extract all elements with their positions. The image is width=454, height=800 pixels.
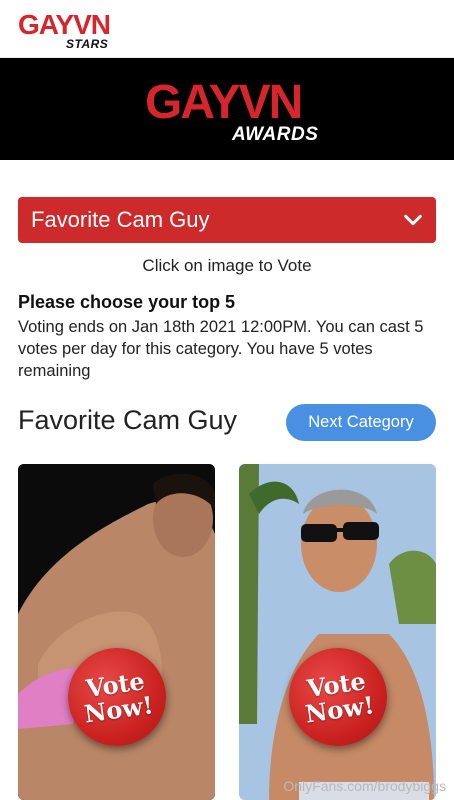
logo-wordmark: GAYVN	[18, 9, 111, 40]
choose-top-5-heading: Please choose your top 5	[18, 292, 236, 312]
banner-logo-wordmark: GAYVN	[145, 76, 303, 129]
gayvn-stars-logo[interactable]: GAYVN STARS	[18, 9, 111, 52]
banner-logo-subtitle: AWARDS	[232, 124, 319, 145]
category-dropdown-value: Favorite Cam Guy	[31, 207, 210, 232]
nominee-card[interactable]: Vote Now!	[18, 464, 215, 800]
nominee-photo[interactable]	[239, 464, 436, 800]
nominee-card[interactable]: Vote Now!	[239, 464, 436, 800]
chevron-down-icon	[404, 214, 422, 226]
category-dropdown[interactable]: Favorite Cam Guy	[18, 197, 436, 243]
logo-subtitle: STARS	[66, 37, 109, 51]
top-bar: GAYVN STARS	[0, 0, 454, 58]
badge-line-2: Now!	[303, 690, 376, 729]
section-title: Favorite Cam Guy	[18, 405, 238, 435]
vote-instruction: Click on image to Vote	[142, 256, 312, 275]
badge-line-2: Now!	[82, 690, 155, 729]
voting-info-text: Voting ends on Jan 18th 2021 12:00PM. Yo…	[18, 318, 424, 380]
awards-banner: GAYVN AWARDS	[0, 58, 454, 160]
watermark-text: OnlyFans.com/brodybiggs	[283, 778, 446, 794]
next-category-button[interactable]: Next Category	[286, 404, 436, 441]
nominee-photo[interactable]	[18, 464, 215, 800]
gayvn-awards-logo: GAYVN AWARDS	[145, 76, 319, 148]
